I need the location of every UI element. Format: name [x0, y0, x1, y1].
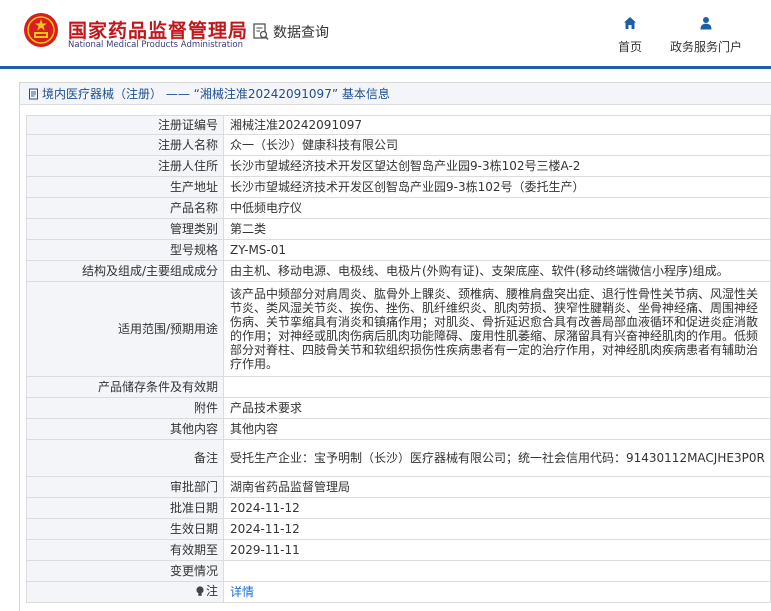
- row-value: 长沙市望城经济技术开发区创智岛产业园9-3栋102号（委托生产）: [223, 176, 771, 198]
- row-key: 审批部门: [26, 476, 224, 498]
- row-value: 受托生产企业：宝予明制（长沙）医疗器械有限公司；统一社会信用代码：9143011…: [223, 439, 771, 477]
- table-row: 注册人名称 众一（长沙）健康科技有限公司: [26, 134, 771, 156]
- nav-home-label: 首页: [617, 40, 642, 54]
- table-row: 变更情况: [26, 560, 771, 582]
- table-row: 适用范围/预期用途 该产品中频部分对肩周炎、肱骨外上髁炎、颈椎病、腰椎肩盘突出症…: [26, 281, 771, 377]
- note-key-label: 注: [205, 584, 218, 599]
- details-link[interactable]: 详情: [230, 585, 254, 599]
- table-row: 注 详情: [26, 581, 771, 603]
- row-key: 产品储存条件及有效期: [26, 376, 224, 398]
- row-key: 注册人住所: [26, 155, 224, 177]
- header-divider: [0, 66, 771, 69]
- row-value: 2024-11-12: [223, 518, 771, 540]
- table-row: 有效期至 2029-11-11: [26, 539, 771, 561]
- row-key: 注: [26, 581, 224, 603]
- table-row: 其他内容 其他内容: [26, 418, 771, 440]
- table-row: 生效日期 2024-11-12: [26, 518, 771, 540]
- registration-info-table: 注册证编号 湘械注准20242091097 注册人名称 众一（长沙）健康科技有限…: [26, 115, 771, 603]
- row-key: 注册证编号: [26, 115, 224, 135]
- row-key: 生产地址: [26, 176, 224, 198]
- brand-name-cn[interactable]: 国家药品监督管理局: [68, 16, 248, 43]
- row-key: 附件: [26, 397, 224, 419]
- table-row: 产品名称 中低频电疗仪: [26, 197, 771, 219]
- table-row: 产品储存条件及有效期: [26, 376, 771, 398]
- nav-service-portal[interactable]: 政务服务门户: [668, 16, 744, 55]
- table-row: 批准日期 2024-11-12: [26, 497, 771, 519]
- row-value: 湘械注准20242091097: [223, 115, 771, 135]
- data-query-link[interactable]: 数据查询: [253, 22, 329, 42]
- row-key: 型号规格: [26, 239, 224, 261]
- row-value: 第二类: [223, 218, 771, 240]
- table-row: 审批部门 湖南省药品监督管理局: [26, 476, 771, 498]
- row-value: 产品技术要求: [223, 397, 771, 419]
- table-row: 附件 产品技术要求: [26, 397, 771, 419]
- table-row: 管理类别 第二类: [26, 218, 771, 240]
- row-value: 湖南省药品监督管理局: [223, 476, 771, 498]
- bulb-icon: [196, 586, 204, 596]
- table-row: 生产地址 长沙市望城经济技术开发区创智岛产业园9-3栋102号（委托生产）: [26, 176, 771, 198]
- row-value: ZY-MS-01: [223, 239, 771, 261]
- document-icon: [29, 88, 38, 99]
- row-key: 管理类别: [26, 218, 224, 240]
- row-value: [223, 560, 771, 582]
- table-row: 注册证编号 湘械注准20242091097: [26, 115, 771, 135]
- row-value: 2029-11-11: [223, 539, 771, 561]
- row-key: 有效期至: [26, 539, 224, 561]
- row-key: 产品名称: [26, 197, 224, 219]
- national-emblem-icon: [24, 13, 58, 47]
- row-value: [223, 376, 771, 398]
- detail-title: 境内医疗器械（注册） —— “湘械注准20242091097” 基本信息: [42, 87, 390, 101]
- table-row: 结构及组成/主要组成成分 由主机、移动电源、电极线、电极片(外购有证)、支架底座…: [26, 260, 771, 282]
- table-row: 型号规格 ZY-MS-01: [26, 239, 771, 261]
- table-row: 注册人住所 长沙市望城经济技术开发区望达创智岛产业园9-3栋102号三楼A-2: [26, 155, 771, 177]
- row-value: 长沙市望城经济技术开发区望达创智岛产业园9-3栋102号三楼A-2: [223, 155, 771, 177]
- site-header: 国家药品监督管理局 National Medical Products Admi…: [0, 0, 771, 66]
- nav-service-label: 政务服务门户: [669, 40, 742, 54]
- row-key: 变更情况: [26, 560, 224, 582]
- row-value: 众一（长沙）健康科技有限公司: [223, 134, 771, 156]
- row-key: 注册人名称: [26, 134, 224, 156]
- row-value: 2024-11-12: [223, 497, 771, 519]
- row-key: 生效日期: [26, 518, 224, 540]
- row-value: 其他内容: [223, 418, 771, 440]
- detail-title-bar: 境内医疗器械（注册） —— “湘械注准20242091097” 基本信息: [20, 83, 771, 105]
- row-key: 批准日期: [26, 497, 224, 519]
- user-icon: [700, 17, 712, 30]
- brand-name-en[interactable]: National Medical Products Administration: [68, 40, 243, 50]
- table-row: 备注 受托生产企业：宝予明制（长沙）医疗器械有限公司；统一社会信用代码：9143…: [26, 439, 771, 477]
- row-value: 该产品中频部分对肩周炎、肱骨外上髁炎、颈椎病、腰椎肩盘突出症、退行性骨性关节病、…: [223, 281, 771, 377]
- data-query-label: 数据查询: [273, 25, 329, 41]
- row-key: 适用范围/预期用途: [26, 281, 224, 377]
- row-key: 备注: [26, 439, 224, 477]
- row-key: 其他内容: [26, 418, 224, 440]
- row-value: 中低频电疗仪: [223, 197, 771, 219]
- row-key: 结构及组成/主要组成成分: [26, 260, 224, 282]
- row-value: 由主机、移动电源、电极线、电极片(外购有证)、支架底座、软件(移动终端微信小程序…: [223, 260, 771, 282]
- home-icon: [624, 17, 636, 29]
- document-search-icon: [253, 23, 269, 40]
- row-value: 详情: [223, 581, 771, 603]
- nav-home[interactable]: 首页: [614, 16, 646, 55]
